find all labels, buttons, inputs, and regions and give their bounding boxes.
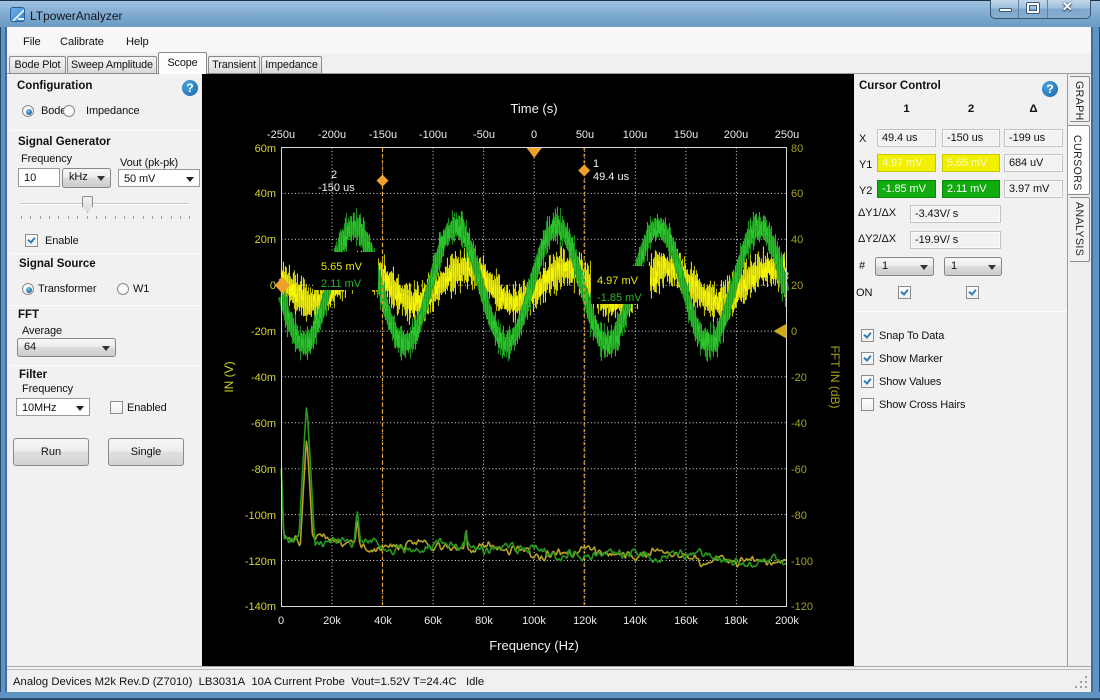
svg-text:-40m: -40m	[251, 372, 276, 384]
svg-text:0: 0	[270, 280, 276, 292]
svg-text:-140m: -140m	[245, 601, 276, 613]
svg-text:160k: 160k	[674, 615, 698, 627]
svg-text:180k: 180k	[724, 615, 748, 627]
svg-text:120k: 120k	[573, 615, 597, 627]
svg-text:100k: 100k	[522, 615, 546, 627]
svg-text:-60: -60	[791, 464, 807, 476]
svg-text:20: 20	[791, 280, 803, 292]
svg-text:Time (s): Time (s)	[510, 101, 557, 116]
svg-text:80k: 80k	[475, 615, 493, 627]
svg-text:40k: 40k	[374, 615, 392, 627]
svg-text:5.65 mV: 5.65 mV	[321, 261, 363, 273]
svg-text:-100m: -100m	[245, 510, 276, 522]
svg-text:-120m: -120m	[245, 556, 276, 568]
svg-text:40m: 40m	[255, 188, 276, 200]
svg-text:40: 40	[791, 234, 803, 246]
svg-text:0: 0	[791, 326, 797, 338]
svg-text:49.4 us: 49.4 us	[593, 171, 630, 183]
svg-text:-100: -100	[791, 556, 813, 568]
svg-text:-200u: -200u	[318, 129, 346, 141]
svg-text:0: 0	[278, 615, 284, 627]
svg-text:50u: 50u	[576, 129, 594, 141]
svg-text:-150u: -150u	[369, 129, 397, 141]
svg-text:-20: -20	[791, 372, 807, 384]
svg-text:IN (V): IN (V)	[222, 361, 236, 392]
svg-text:200k: 200k	[775, 615, 799, 627]
svg-text:100u: 100u	[623, 129, 647, 141]
svg-text:-250u: -250u	[267, 129, 295, 141]
svg-text:-80: -80	[791, 510, 807, 522]
svg-text:2: 2	[331, 169, 337, 181]
svg-text:-100u: -100u	[419, 129, 447, 141]
svg-text:-60m: -60m	[251, 418, 276, 430]
svg-text:FFT IN (dB): FFT IN (dB)	[828, 345, 842, 408]
svg-text:60m: 60m	[255, 143, 276, 155]
svg-text:-120: -120	[791, 601, 813, 613]
svg-text:20k: 20k	[323, 615, 341, 627]
svg-text:Frequency (Hz): Frequency (Hz)	[489, 638, 579, 653]
svg-text:-50u: -50u	[473, 129, 495, 141]
svg-text:60: 60	[791, 188, 803, 200]
svg-text:1: 1	[593, 158, 599, 170]
svg-text:2.11 mV: 2.11 mV	[321, 278, 362, 290]
svg-text:80: 80	[791, 143, 803, 155]
svg-text:-1.85 mV: -1.85 mV	[597, 292, 642, 304]
svg-text:0: 0	[531, 129, 537, 141]
svg-text:4.97 mV: 4.97 mV	[597, 275, 639, 287]
svg-text:140k: 140k	[623, 615, 647, 627]
svg-text:-20m: -20m	[251, 326, 276, 338]
svg-text:60k: 60k	[424, 615, 442, 627]
svg-text:-150 us: -150 us	[318, 182, 355, 194]
svg-text:-40: -40	[791, 418, 807, 430]
svg-text:20m: 20m	[255, 234, 276, 246]
svg-text:200u: 200u	[724, 129, 748, 141]
svg-text:250u: 250u	[775, 129, 799, 141]
svg-text:-80m: -80m	[251, 464, 276, 476]
svg-text:150u: 150u	[674, 129, 698, 141]
